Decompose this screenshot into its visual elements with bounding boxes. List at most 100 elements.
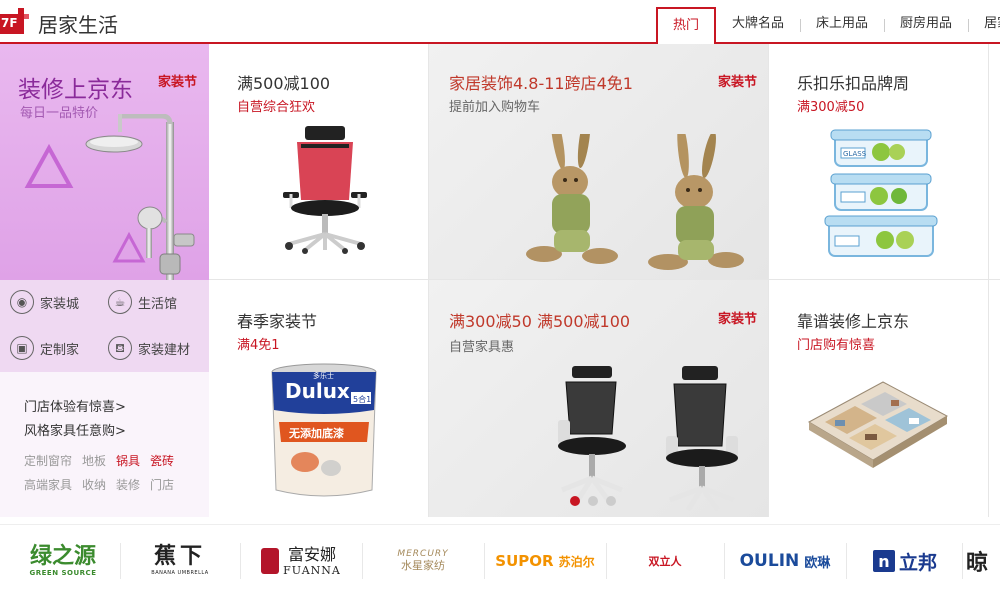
- brand-sub: n: [872, 550, 895, 572]
- keyword-link[interactable]: 装修: [116, 476, 140, 493]
- brand-name: 双立人: [648, 555, 682, 568]
- quick-link-label: 家装建材: [138, 342, 191, 358]
- carousel-dot-active[interactable]: [570, 496, 580, 506]
- card-tag: 家装节: [717, 75, 757, 90]
- card-subtitle: 满300减50: [797, 100, 865, 115]
- keyword-link-hot[interactable]: 锅具: [116, 452, 140, 469]
- carousel-dot[interactable]: [588, 496, 598, 506]
- card-title: 春季家装节: [237, 312, 318, 331]
- promo-card-chair[interactable]: 满500减100 自营综合狂欢: [209, 44, 428, 279]
- floor-tabs: 热门 大牌名品 床上用品 厨房用品 居家: [656, 7, 1000, 46]
- keyword-row: 定制窗帘 地板 锅具 瓷砖: [24, 452, 184, 469]
- promo-card-lock[interactable]: 乐扣乐扣品牌周 满300减50 GLASS: [769, 44, 989, 279]
- card-title: 满300减50 满500减100: [449, 312, 631, 331]
- store-experience-link[interactable]: 门店体验有惊喜>: [24, 396, 126, 415]
- paint-bucket-image: Dulux 多乐士 5合1 无添加底漆: [271, 363, 377, 497]
- floorplan-3d-image: [807, 381, 949, 468]
- quick-link-life-hall[interactable]: ☕ 生活馆: [108, 290, 177, 314]
- keyword-link-hot[interactable]: 瓷砖: [150, 452, 174, 469]
- card-subtitle: 自营家具惠: [449, 340, 515, 355]
- brand-name: 蕉下: [153, 544, 206, 569]
- floor-number-badge: 7F: [0, 8, 30, 34]
- rabbit-figurines-image: [526, 134, 744, 270]
- promo-tag: 家装节: [158, 75, 198, 90]
- floor-header: 7F 居家生活 热门 大牌名品 床上用品 厨房用品 居家: [0, 0, 1000, 46]
- brand-name: 水星家纺: [400, 558, 445, 572]
- card-subtitle: 自营综合狂欢: [237, 100, 316, 115]
- carousel-dot[interactable]: [606, 496, 616, 506]
- triangle-decoration-icon: [24, 144, 74, 188]
- shield-house-icon: ◉: [10, 290, 34, 314]
- tab-big-brands[interactable]: 大牌名品: [716, 7, 800, 44]
- brand-name: OULIN: [739, 551, 800, 571]
- shower-product-image: [85, 114, 195, 280]
- promo-card-renovation[interactable]: 靠谱装修上京东 门店购有惊喜: [769, 280, 989, 517]
- quick-link-building-materials[interactable]: ⛾ 家装建材: [108, 336, 190, 360]
- keyword-link[interactable]: 定制窗帘: [24, 452, 72, 469]
- keyword-link[interactable]: 门店: [150, 476, 174, 493]
- keyword-link[interactable]: 地板: [82, 452, 106, 469]
- brand-logo-banana[interactable]: 蕉下 BANANA UMBRELLA: [124, 539, 236, 583]
- product-badge: 5合1: [353, 394, 371, 404]
- grid-divider: [428, 44, 429, 517]
- card-title: 靠谱装修上京东: [797, 312, 910, 331]
- office-chair-image: [283, 126, 367, 254]
- brand-sub: GREEN SOURCE: [29, 568, 97, 577]
- glass-containers-image: GLASS: [824, 129, 938, 257]
- quick-link-home-mall[interactable]: ◉ 家装城: [10, 290, 79, 314]
- quick-link-label: 家装城: [40, 296, 80, 312]
- keyword-row: 高端家具 收纳 装修 门店: [24, 476, 184, 493]
- brand-name: 立邦: [898, 551, 937, 574]
- brand-logo-green-source[interactable]: 绿之源 GREEN SOURCE: [8, 539, 118, 583]
- brand-sub: FUANNA: [283, 563, 341, 577]
- keyword-link[interactable]: 高端家具: [24, 476, 72, 493]
- glass-label: GLASS: [843, 150, 867, 158]
- quick-link-label: 生活馆: [138, 296, 178, 312]
- card-subtitle: 提前加入购物车: [449, 100, 541, 115]
- floor-title: 居家生活: [38, 13, 118, 37]
- fuanna-logo-icon: [261, 548, 280, 574]
- promo-title: 装修上京东: [18, 77, 133, 103]
- brand-logo-zwilling[interactable]: 双立人: [610, 539, 720, 583]
- floor-section: 7F 居家生活 热门 大牌名品 床上用品 厨房用品 居家 装修上京东 每日一品特…: [0, 0, 1000, 600]
- floor-number: 7F: [1, 16, 18, 30]
- product-name: 无添加底漆: [288, 426, 344, 440]
- card-subtitle: 满4免1: [237, 338, 280, 353]
- quick-link-custom-home[interactable]: ▣ 定制家: [10, 336, 79, 360]
- brand-logo-supor[interactable]: SUPOR 苏泊尔: [488, 539, 602, 583]
- brand-logo-partial[interactable]: 晾: [966, 539, 1000, 583]
- promo-banner[interactable]: 装修上京东 每日一品特价 家装节: [0, 44, 209, 280]
- cabinet-icon: ▣: [10, 336, 34, 360]
- office-chairs-image: [558, 366, 738, 512]
- brand-name: SUPOR: [495, 552, 554, 570]
- sofa-icon: ⛾: [108, 336, 132, 360]
- keyword-link[interactable]: 收纳: [82, 476, 106, 493]
- dulux-chinese-label: 多乐士: [313, 371, 334, 380]
- card-subtitle: 门店购有惊喜: [797, 338, 876, 353]
- brand-sub: BANANA UMBRELLA: [151, 570, 209, 576]
- tab-bedding[interactable]: 床上用品: [800, 7, 884, 44]
- promo-card-furniture[interactable]: 满300减50 满500减100 自营家具惠 家装节: [428, 280, 769, 517]
- brand-bar: 绿之源 GREEN SOURCE 蕉下 BANANA UMBRELLA 富安娜 FUA…: [0, 524, 1000, 600]
- brand-name: 绿之源: [29, 543, 96, 569]
- cup-icon: ☕: [108, 290, 132, 314]
- carousel-dots: [570, 496, 616, 506]
- brand-logo-mercury[interactable]: MERCURY 水星家纺: [366, 539, 480, 583]
- tab-home[interactable]: 居家: [968, 7, 1000, 44]
- brand-logo-fuanna[interactable]: 富安娜 FUANNA: [244, 539, 358, 583]
- quick-links: ◉ 家装城 ☕ 生活馆 ▣ 定制家 ⛾ 家装建材: [0, 280, 209, 372]
- tab-hot[interactable]: 热门: [656, 7, 717, 46]
- promo-card-decor[interactable]: 家居装饰4.8-11跨店4免1 提前加入购物车 家装节: [428, 44, 769, 279]
- brand-logo-nippon[interactable]: n 立邦: [850, 539, 960, 583]
- style-furniture-link[interactable]: 风格家具任意购>: [24, 420, 126, 439]
- grid-divider: [209, 279, 1000, 280]
- brand-sub: 苏泊尔: [558, 554, 595, 569]
- left-links: 门店体验有惊喜> 风格家具任意购> 定制窗帘 地板 锅具 瓷砖 高端家具 收纳 …: [0, 372, 209, 517]
- promo-card-paint[interactable]: 春季家装节 满4免1 Dulux 多乐士 5合1 无添加底漆: [209, 280, 428, 517]
- brand-name: 富安娜: [287, 544, 336, 564]
- brand-logo-oulin[interactable]: OULIN 欧琳: [728, 539, 842, 583]
- left-promo-panel: 装修上京东 每日一品特价 家装节 ◉ 家装城 ☕ 生活馆 ▣ 定制家 ⛾ 家装建…: [0, 44, 209, 517]
- tab-kitchen[interactable]: 厨房用品: [884, 7, 968, 44]
- card-title: 满500减100: [237, 74, 331, 93]
- grid-divider: [988, 44, 989, 517]
